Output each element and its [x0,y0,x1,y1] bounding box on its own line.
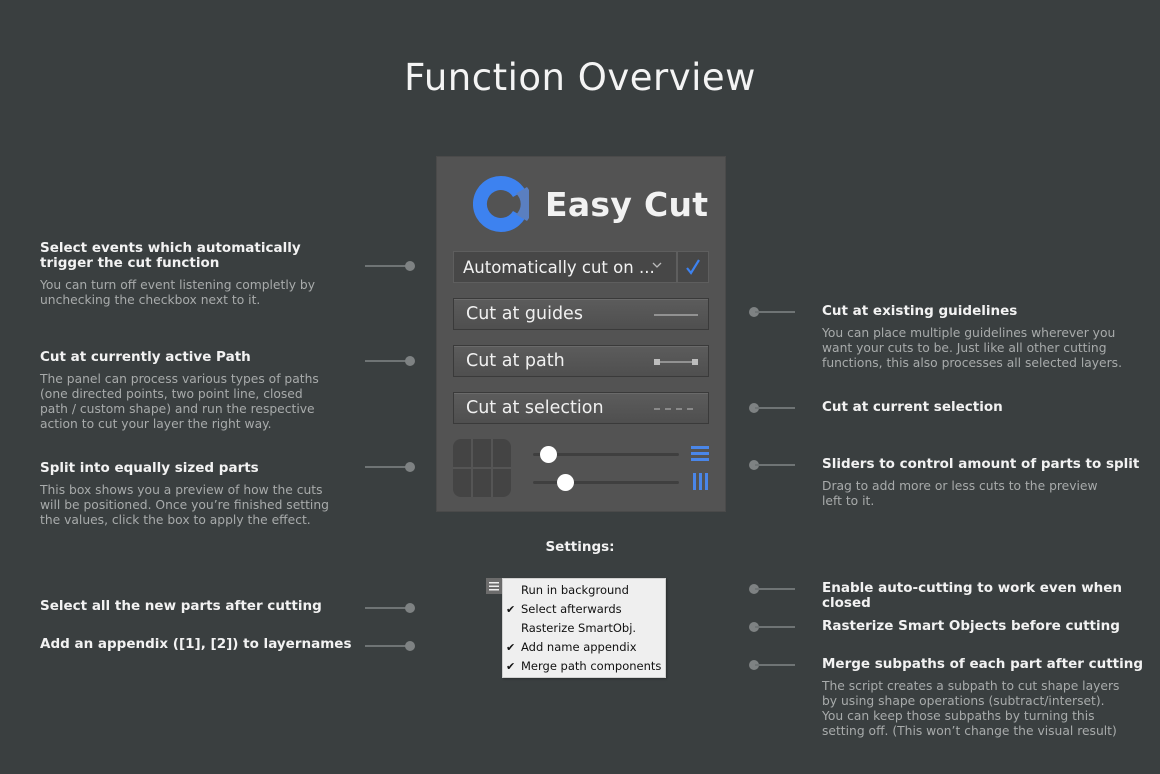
menu-item-label: Run in background [521,583,629,597]
callout-description: The script creates a subpath to cut shap… [822,679,1120,738]
c-logo-icon [473,176,529,232]
preview-cell [493,439,511,467]
connector-auto-cut-events [365,261,417,271]
callout-heading: Sliders to control amount of parts to sp… [822,456,1140,472]
menu-item-select-afterwards[interactable]: ✔ Select afterwards [503,600,665,619]
callout-description: You can place multiple guidelines wherev… [822,326,1122,370]
slider-track [533,481,679,484]
callout-current-selection: Cut at current selection [822,400,1152,415]
guide-line-icon [654,314,698,316]
menu-item-label: Select afterwards [521,602,622,616]
auto-cut-checkbox[interactable] [677,251,709,283]
chevron-down-icon [652,262,662,268]
callout-heading: Cut at currently active Path [40,349,251,365]
callout-rasterize: Rasterize Smart Objects before cutting [822,619,1152,634]
callout-heading: Rasterize Smart Objects before cutting [822,618,1120,634]
callout-sliders: Sliders to control amount of parts to sp… [822,457,1152,509]
settings-label: Settings: [545,539,615,555]
check-icon: ✔ [506,641,516,654]
connector-cut-at-path [365,356,417,366]
callout-heading: Merge subpaths of each part after cuttin… [822,656,1144,672]
connector-run-background [749,584,801,594]
connector-existing-guidelines [749,307,801,317]
columns-slider[interactable] [533,472,679,492]
connector-current-selection [749,403,801,413]
callout-description: The panel can process various types of p… [40,372,319,431]
logo: Easy Cut [473,176,708,232]
connector-select-parts [365,603,417,613]
callout-cut-at-path: Cut at currently active Path The panel c… [40,350,360,432]
check-icon: ✔ [506,603,516,616]
button-label: Cut at selection [466,398,604,418]
callout-heading: Add an appendix ([1], [2]) to layernames [40,636,352,652]
slider-thumb[interactable] [539,446,557,463]
hamburger-menu-icon [489,581,499,590]
easy-cut-panel: Easy Cut Automatically cut on ... Cut at… [436,156,726,512]
callout-name-appendix: Add an appendix ([1], [2]) to layernames [40,637,360,652]
menu-item-add-name-appendix[interactable]: ✔ Add name appendix [503,638,665,657]
callout-heading: Select all the new parts after cutting [40,598,322,614]
menu-item-label: Add name appendix [521,640,637,654]
dashed-line-icon [654,408,698,410]
auto-cut-event-dropdown[interactable]: Automatically cut on ... [453,251,677,283]
connector-sliders [749,460,801,470]
callout-heading: Enable auto-cutting to work even when cl… [822,580,1123,611]
connector-merge-subpaths [749,660,801,670]
preview-cell [473,469,491,497]
callout-merge-subpaths: Merge subpaths of each part after cuttin… [822,657,1152,739]
preview-cell [493,469,511,497]
callout-existing-guidelines: Cut at existing guidelines You can place… [822,304,1152,371]
button-label: Cut at guides [466,304,583,324]
menu-item-label: Rasterize SmartObj. [521,621,637,635]
split-preview-box[interactable] [453,439,511,497]
menu-item-label: Merge path components [521,659,662,673]
check-icon: ✔ [506,660,516,673]
callout-description: Drag to add more or less cuts to the pre… [822,479,1098,508]
callout-heading: Cut at existing guidelines [822,303,1018,319]
menu-item-rasterize-smartobj[interactable]: Rasterize SmartObj. [503,619,665,638]
callout-run-background: Enable auto-cutting to work even when cl… [822,581,1158,611]
cut-at-guides-button[interactable]: Cut at guides [453,298,709,330]
button-label: Cut at path [466,351,565,371]
menu-item-merge-path-components[interactable]: ✔ Merge path components [503,657,665,676]
vertical-lines-icon [693,473,708,490]
callout-heading: Split into equally sized parts [40,460,259,476]
settings-menu-button[interactable] [486,578,502,594]
checkmark-icon [686,259,700,275]
dropdown-value: Automatically cut on ... [463,257,655,277]
callout-description: You can turn off event listening complet… [40,278,315,307]
cut-at-path-button[interactable]: Cut at path [453,345,709,377]
horizontal-lines-icon [691,446,709,461]
preview-cell [453,469,471,497]
callout-select-parts: Select all the new parts after cutting [40,599,360,614]
slider-thumb[interactable] [557,474,575,491]
preview-cell [473,439,491,467]
rows-slider[interactable] [533,444,679,464]
callout-split-parts: Split into equally sized parts This box … [40,461,360,528]
callout-heading: Select events which automatically trigge… [40,240,301,271]
callout-auto-cut-events: Select events which automatically trigge… [40,241,360,308]
app-name: Easy Cut [545,184,709,224]
settings-menu: Run in background ✔ Select afterwards Ra… [502,578,666,678]
connector-rasterize [749,622,801,632]
preview-cell [453,439,471,467]
callout-description: This box shows you a preview of how the … [40,483,329,527]
connector-split-parts [365,462,417,472]
menu-item-run-in-background[interactable]: Run in background [503,581,665,600]
cut-at-selection-button[interactable]: Cut at selection [453,392,709,424]
path-line-icon [654,359,698,365]
connector-name-appendix [365,641,417,651]
callout-heading: Cut at current selection [822,399,1003,415]
page-title: Function Overview [404,56,756,99]
